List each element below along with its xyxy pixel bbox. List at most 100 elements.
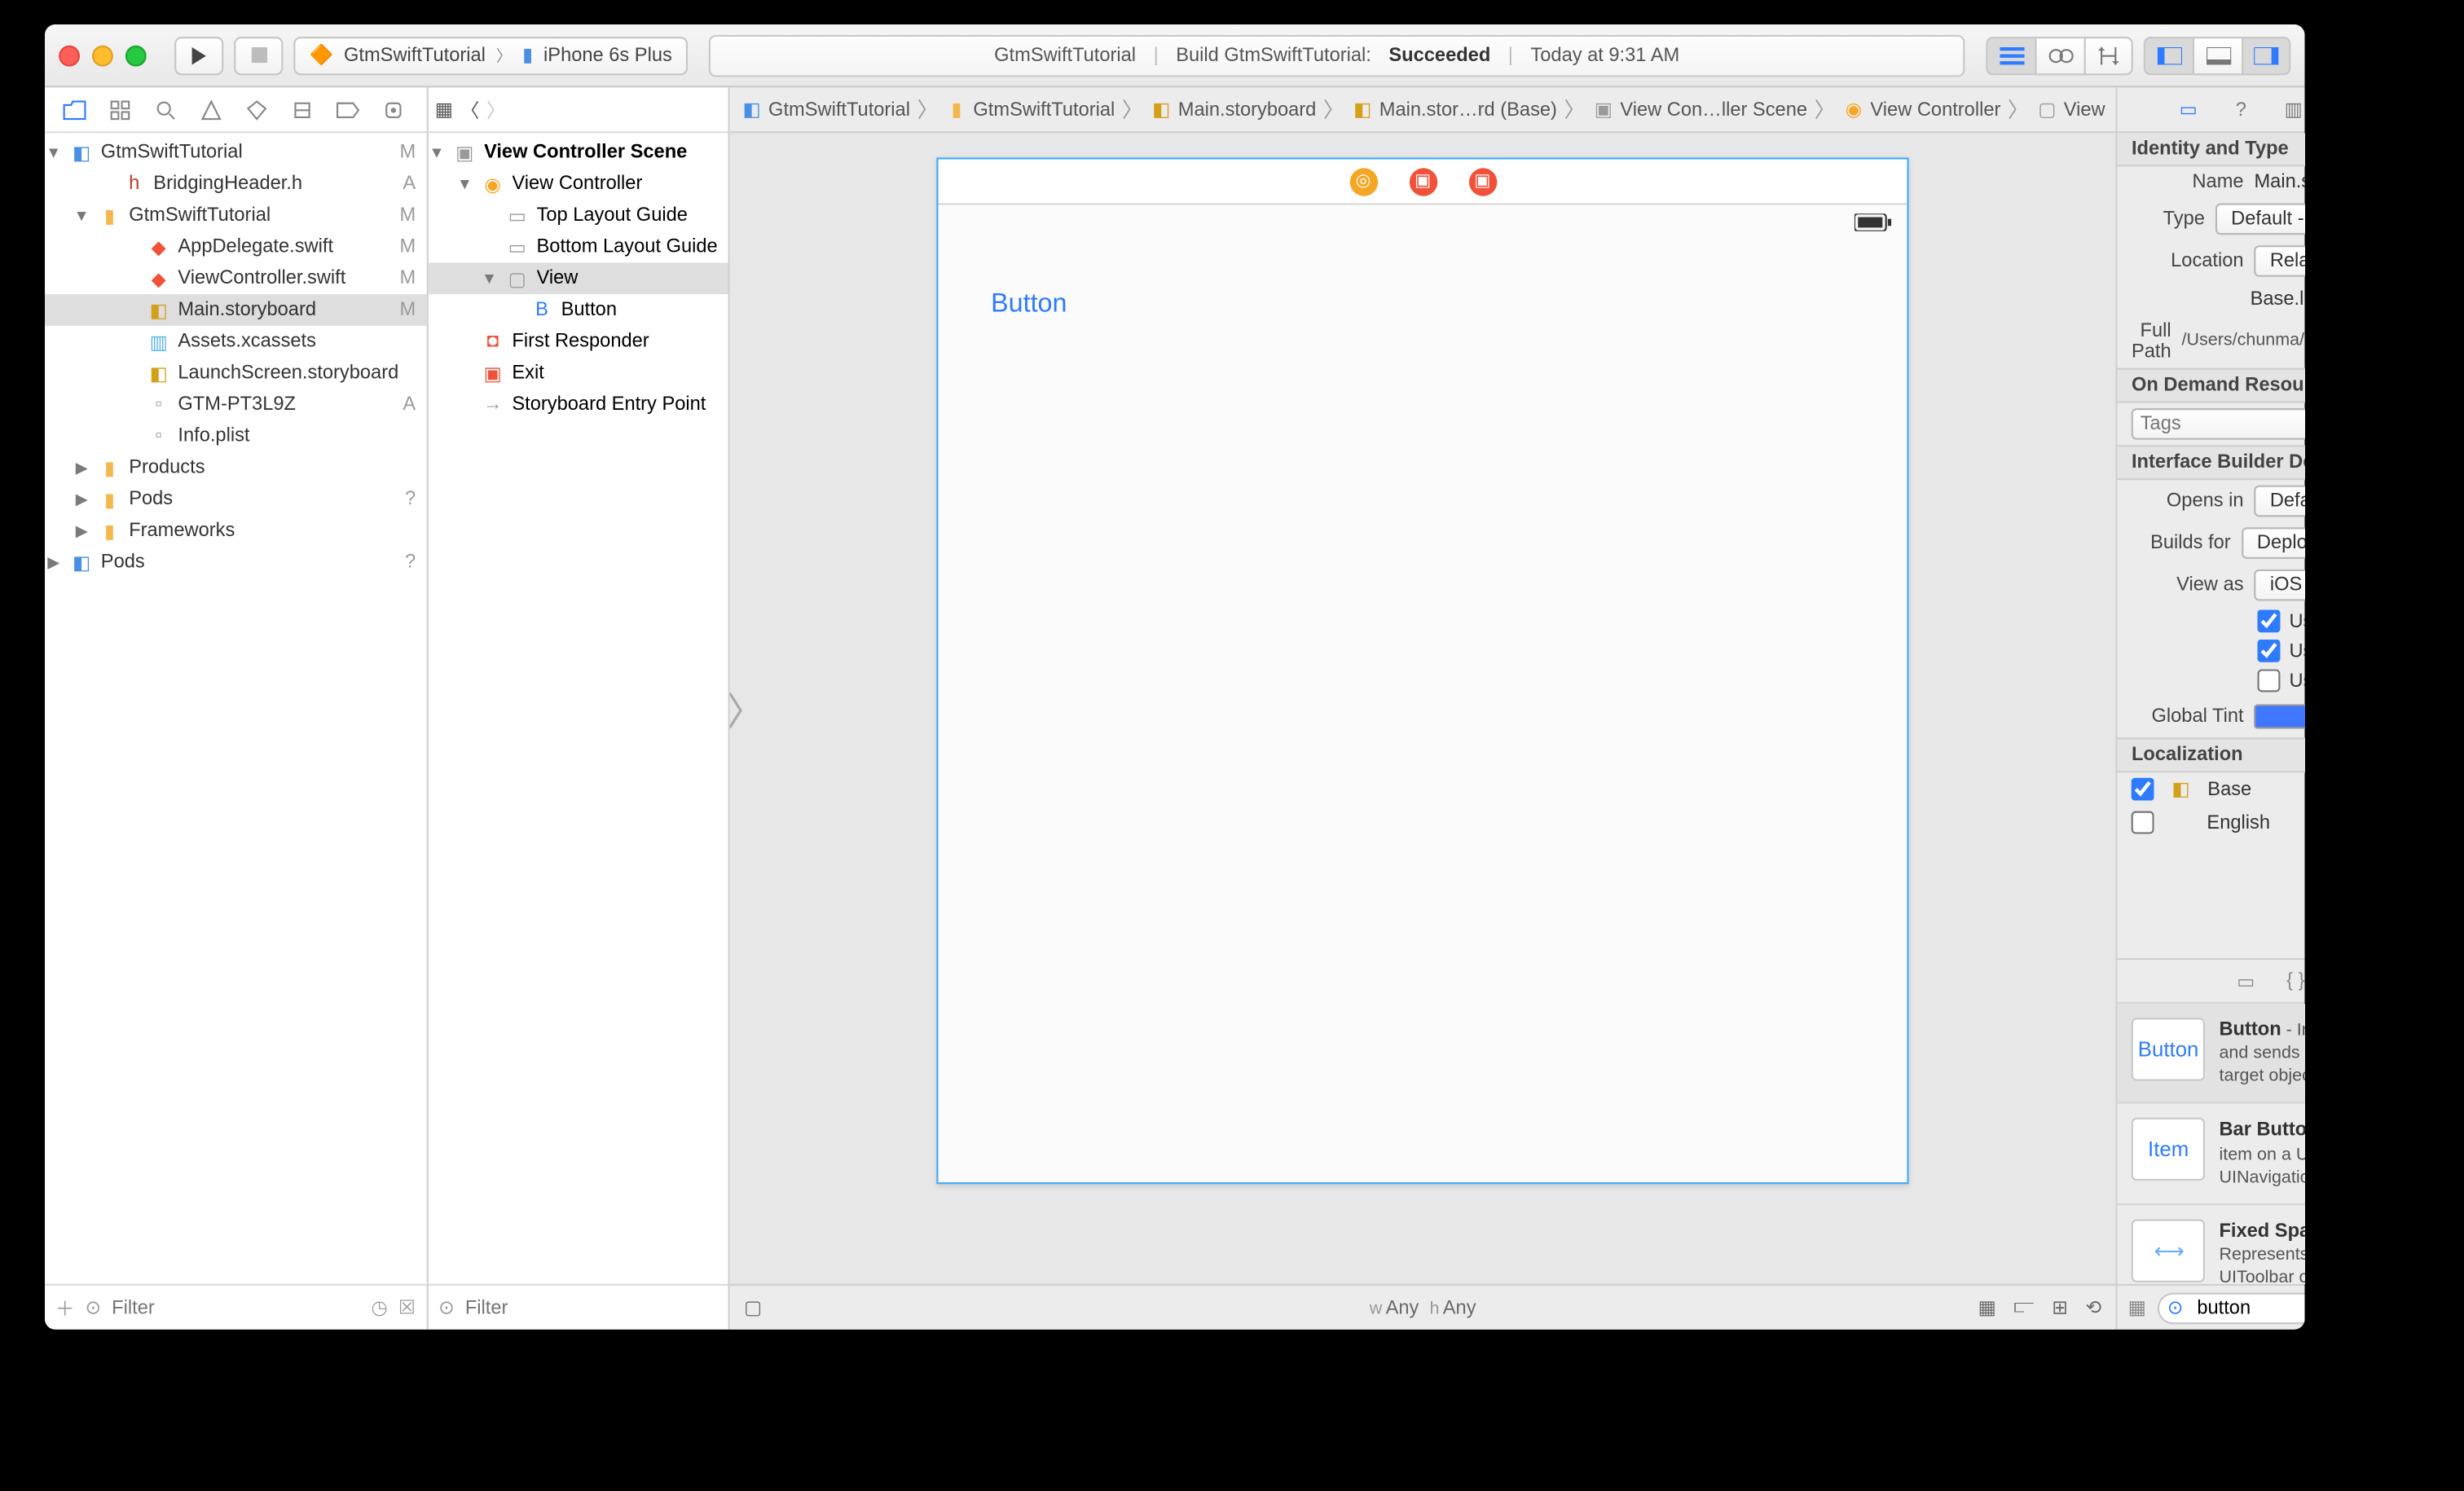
vc-dock-icon[interactable]: ◎ — [1349, 167, 1377, 195]
storyboard-icon: ◧ — [147, 361, 171, 385]
header-icon: h — [122, 172, 147, 196]
auto-layout-checkbox[interactable] — [2258, 609, 2281, 632]
library-item-title: Fixed Space Bar Button Item — [2219, 1221, 2304, 1242]
simulated-statusbar — [939, 205, 1907, 240]
back-icon[interactable]: 〈 — [460, 95, 480, 123]
localization-english-checkbox[interactable] — [2132, 811, 2154, 833]
scene-view-controller[interactable]: ◎ ▣ ▣ Button — [937, 157, 1909, 1184]
nav-test-icon[interactable] — [234, 88, 279, 130]
status-project: GtmSwiftTutorial — [994, 45, 1136, 66]
exit-dock-icon[interactable]: ▣ — [1468, 167, 1496, 195]
view-as-select[interactable]: iOS 7.0 and Later — [2254, 570, 2304, 601]
navigator-filter-input[interactable] — [112, 1297, 360, 1318]
device-icon: ▮ — [522, 44, 533, 67]
outline-row: ▣Exit — [428, 358, 728, 389]
identity-inspector-icon[interactable]: ▥ — [2277, 98, 2304, 121]
file-type-select[interactable]: Default - Interface Builder… — [2215, 203, 2305, 235]
toggle-debug[interactable] — [2193, 36, 2242, 74]
outline-filter-bar: ⊙ — [428, 1284, 728, 1330]
filter-icon[interactable]: ⊙ — [438, 1296, 455, 1319]
scene-icon: ▣ — [452, 140, 477, 165]
align-icon[interactable]: ⫍ — [2014, 1296, 2035, 1319]
launch-screen-checkbox[interactable] — [2258, 669, 2281, 692]
outline-filter-input[interactable] — [465, 1297, 718, 1318]
location-select[interactable]: Relative to Group — [2254, 245, 2304, 277]
editor-standard[interactable] — [1986, 36, 2035, 74]
quickhelp-inspector-icon[interactable]: ? — [2225, 99, 2257, 120]
pin-icon[interactable]: ⊞ — [2052, 1296, 2068, 1319]
file-inspector-icon[interactable]: ▭ — [2172, 98, 2204, 121]
nav-find-icon[interactable] — [143, 88, 188, 130]
scm-filter-icon[interactable]: ☒ — [398, 1296, 416, 1319]
editor-assistant[interactable] — [2035, 36, 2083, 74]
tint-color-well[interactable] — [2254, 704, 2304, 728]
doc-outline-toggle-icon[interactable]: ▢ — [744, 1296, 762, 1319]
grid-view-icon[interactable]: ▦ — [2128, 1296, 2146, 1319]
nav-report-icon[interactable] — [371, 88, 416, 130]
toolbar-right — [1986, 36, 2290, 74]
localization-base-checkbox[interactable] — [2132, 778, 2154, 801]
library-selector: ▭ { } ◉ ▦ — [2118, 958, 2305, 1004]
library-item: Button Button - Intercepts touch events … — [2118, 1004, 2305, 1104]
swift-icon: ◆ — [147, 235, 171, 259]
inspector-body: Identity and Type NameMain.storyboard Ty… — [2118, 133, 2305, 958]
opens-in-select[interactable]: Default (7.0) — [2254, 485, 2304, 517]
first-responder-dock-icon[interactable]: ▣ — [1409, 167, 1437, 195]
section-identity: Identity and Type — [2118, 133, 2305, 166]
resolve-icon[interactable]: ⟲ — [2086, 1296, 2102, 1319]
editor-version[interactable] — [2084, 36, 2133, 74]
size-class-control[interactable]: wAny hAny — [1370, 1297, 1476, 1318]
toggle-inspector[interactable] — [2242, 36, 2290, 74]
tree-row: ◧LaunchScreen.storyboard — [45, 358, 426, 389]
nav-symbol-icon[interactable] — [98, 88, 143, 130]
outline-tree[interactable]: ▼▣View Controller Scene ▼◉View Controlle… — [428, 133, 728, 1284]
tree-row-group: ▶▮Pods? — [45, 483, 426, 515]
project-tree[interactable]: ▼◧GtmSwiftTutorialM hBridgingHeader.hA ▼… — [45, 133, 426, 1284]
canvas[interactable]: 〉 ◎ ▣ ▣ Button — [730, 133, 2116, 1284]
file-template-lib-icon[interactable]: ▭ — [2237, 970, 2255, 992]
forward-icon[interactable]: 〉 — [486, 95, 506, 123]
outline-row: →Storyboard Entry Point — [428, 389, 728, 420]
nav-issue-icon[interactable] — [188, 88, 234, 130]
toggle-navigator[interactable] — [2144, 36, 2193, 74]
ui-button[interactable]: Button — [991, 289, 1067, 319]
outline-toggle-icon[interactable]: 〉 — [730, 680, 765, 737]
tree-row: ▥Assets.xcassets — [45, 326, 426, 358]
recent-icon[interactable]: ◷ — [371, 1296, 388, 1319]
nav-project-icon[interactable] — [52, 88, 98, 130]
canvas-jump-bar[interactable]: ◧GtmSwiftTutorial〉 ▮GtmSwiftTutorial〉 ◧M… — [730, 87, 2116, 133]
add-icon[interactable]: ＋ — [55, 1294, 75, 1322]
code-snippet-lib-icon[interactable]: { } — [2286, 970, 2304, 992]
stack-icon[interactable]: ▦ — [1978, 1296, 1996, 1319]
library-item-title: Bar Button Item — [2219, 1119, 2304, 1141]
odr-tags-input[interactable] — [2132, 408, 2305, 440]
tree-row-group: ▶▮Products — [45, 452, 426, 484]
filter-icon[interactable]: ⊙ — [85, 1296, 101, 1319]
folder-icon: ▮ — [98, 455, 122, 480]
relative-path: Base.lproj/Main.storyboard — [2251, 288, 2305, 310]
library-thumb: ⟷ — [2132, 1218, 2205, 1281]
library-filter-bar: ▦ ⊙ ⓧ — [2118, 1284, 2305, 1330]
scene-dock[interactable]: ◎ ▣ ▣ — [939, 160, 1907, 205]
navigator-filter-bar: ＋ ⊙ ◷ ☒ — [45, 1284, 426, 1330]
builds-for-select[interactable]: Deployment Target (9.2) — [2242, 527, 2305, 559]
nav-debug-icon[interactable] — [279, 88, 325, 130]
scene-body[interactable]: Button — [939, 240, 1907, 1182]
size-classes-checkbox[interactable] — [2258, 640, 2281, 662]
related-icon[interactable]: ▦ — [435, 98, 453, 121]
status-result: Succeeded — [1388, 45, 1490, 66]
canvas-footer: ▢ wAny hAny ▦ ⫍ ⊞ ⟲ — [730, 1284, 2116, 1330]
zoom-window-icon[interactable] — [125, 45, 147, 66]
close-window-icon[interactable] — [59, 45, 80, 66]
scheme-popup[interactable]: 🔶 GtmSwiftTutorial 〉 ▮ iPhone 6s Plus — [293, 36, 688, 74]
button-icon: B — [530, 297, 554, 322]
library-item-title: Button — [2219, 1019, 2281, 1040]
object-library-list[interactable]: Button Button - Intercepts touch events … — [2118, 1004, 2305, 1284]
stop-button[interactable] — [234, 36, 283, 74]
xcode-window: 🔶 GtmSwiftTutorial 〉 ▮ iPhone 6s Plus Gt… — [45, 24, 2305, 1330]
outline-row: ◘First Responder — [428, 326, 728, 358]
folder-icon: ▮ — [98, 203, 122, 227]
nav-breakpoint-icon[interactable] — [325, 88, 371, 130]
run-button[interactable] — [174, 36, 223, 74]
minimize-window-icon[interactable] — [92, 45, 113, 66]
